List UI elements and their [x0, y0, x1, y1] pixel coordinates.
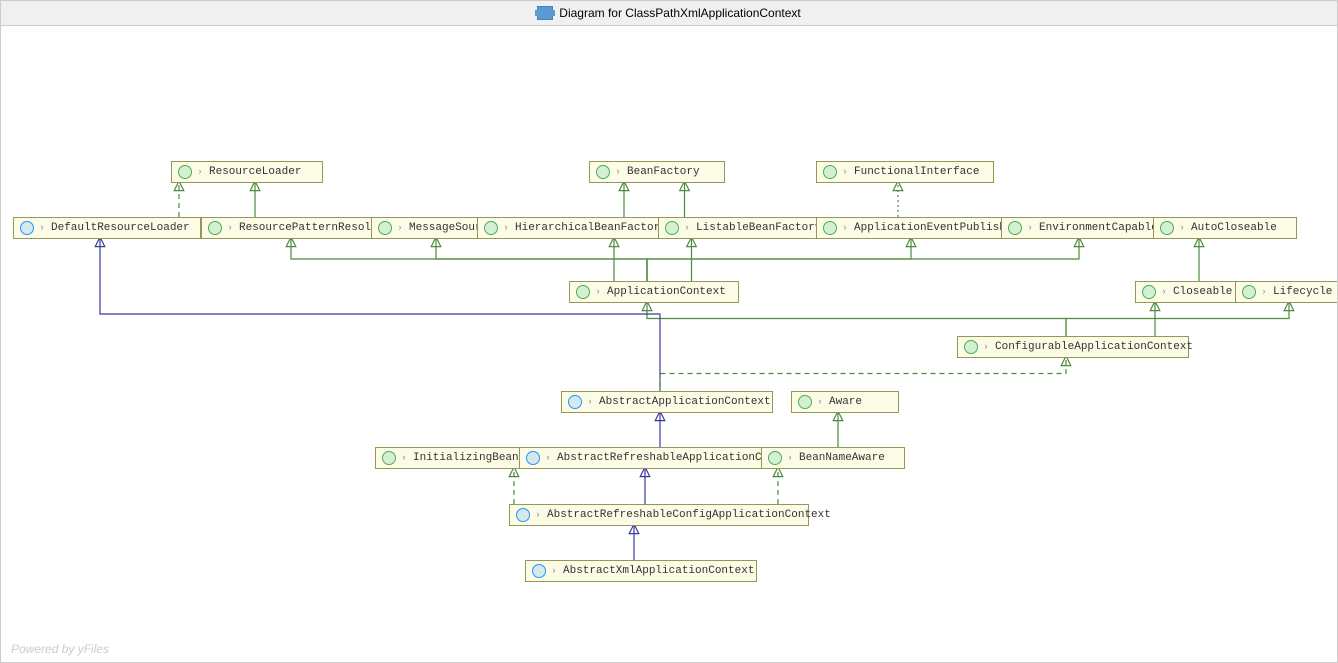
node-label: BeanNameAware	[799, 452, 885, 464]
interface-icon	[178, 165, 192, 179]
interface-icon	[1242, 285, 1256, 299]
node-ConfigurableApplicationContext[interactable]: ›ConfigurableApplicationContext	[957, 336, 1189, 358]
link-icon: ›	[533, 510, 543, 520]
node-label: HierarchicalBeanFactory	[515, 222, 667, 234]
node-ApplicationContext[interactable]: › ApplicationContext	[569, 281, 739, 303]
edge	[291, 237, 647, 281]
edge	[660, 356, 1066, 391]
node-BeanNameAware[interactable]: › BeanNameAware	[761, 447, 905, 469]
node-label: Lifecycle	[1273, 286, 1332, 298]
interface-icon	[208, 221, 222, 235]
class-icon	[20, 221, 34, 235]
node-label: AbstractApplicationContext	[599, 396, 771, 408]
link-icon: ›	[395, 223, 405, 233]
class-icon	[526, 451, 540, 465]
link-icon: ›	[1025, 223, 1035, 233]
link-icon: ›	[225, 223, 235, 233]
node-AbstractRefreshableConfigApplicationContext[interactable]: ›AbstractRefreshableConfigApplicationCon…	[509, 504, 809, 526]
node-BeanFactory[interactable]: › BeanFactory	[589, 161, 725, 183]
node-Lifecycle[interactable]: › Lifecycle	[1235, 281, 1338, 303]
link-icon: ›	[981, 342, 991, 352]
interface-icon	[665, 221, 679, 235]
node-EnvironmentCapable[interactable]: › EnvironmentCapable	[1001, 217, 1171, 239]
class-icon	[516, 508, 530, 522]
link-icon: ›	[613, 167, 623, 177]
link-icon: ›	[682, 223, 692, 233]
link-icon: ›	[37, 223, 47, 233]
edge	[647, 301, 1066, 336]
node-HierarchicalBeanFactory[interactable]: › HierarchicalBeanFactory	[477, 217, 673, 239]
node-label: DefaultResourceLoader	[51, 222, 190, 234]
title-bar: Diagram for ClassPathXmlApplicationConte…	[0, 0, 1338, 26]
node-label: EnvironmentCapable	[1039, 222, 1158, 234]
class-icon	[568, 395, 582, 409]
node-DefaultResourceLoader[interactable]: › DefaultResourceLoader	[13, 217, 201, 239]
link-icon: ›	[543, 453, 553, 463]
interface-icon	[964, 340, 978, 354]
class-icon	[532, 564, 546, 578]
interface-icon	[576, 285, 590, 299]
interface-icon	[382, 451, 396, 465]
interface-icon	[823, 221, 837, 235]
node-label: AbstractRefreshableConfigApplicationCont…	[547, 509, 831, 521]
interface-icon	[1142, 285, 1156, 299]
edge	[647, 237, 1079, 281]
interface-icon	[768, 451, 782, 465]
link-icon: ›	[1159, 287, 1169, 297]
node-label: Closeable	[1173, 286, 1232, 298]
link-icon: ›	[785, 453, 795, 463]
node-label: ResourceLoader	[209, 166, 301, 178]
node-ResourceLoader[interactable]: › ResourceLoader	[171, 161, 323, 183]
link-icon: ›	[501, 223, 511, 233]
node-label: AutoCloseable	[1191, 222, 1277, 234]
node-AbstractApplicationContext[interactable]: › AbstractApplicationContext	[561, 391, 773, 413]
node-label: ApplicationContext	[607, 286, 726, 298]
link-icon: ›	[399, 453, 409, 463]
node-AbstractRefreshableApplicationContext[interactable]: ›AbstractRefreshableApplicationContext	[519, 447, 785, 469]
node-label: AbstractXmlApplicationContext	[563, 565, 754, 577]
interface-icon	[798, 395, 812, 409]
node-ListableBeanFactory[interactable]: › ListableBeanFactory	[658, 217, 832, 239]
diagram-icon	[537, 6, 553, 20]
link-icon: ›	[1259, 287, 1269, 297]
node-ApplicationEventPublisher[interactable]: › ApplicationEventPublisher	[816, 217, 1020, 239]
interface-icon	[378, 221, 392, 235]
node-InitializingBean[interactable]: › InitializingBean	[375, 447, 533, 469]
interface-icon	[596, 165, 610, 179]
interface-icon	[484, 221, 498, 235]
node-AutoCloseable[interactable]: › AutoCloseable	[1153, 217, 1297, 239]
edge	[647, 237, 911, 281]
node-label: ConfigurableApplicationContext	[995, 341, 1193, 353]
node-ResourcePatternResolver[interactable]: › ResourcePatternResolver	[201, 217, 395, 239]
node-label: Aware	[829, 396, 862, 408]
watermark: Powered by yFiles	[11, 642, 109, 656]
edge	[436, 237, 647, 281]
link-icon: ›	[593, 287, 603, 297]
node-label: ResourcePatternResolver	[239, 222, 391, 234]
node-label: ApplicationEventPublisher	[854, 222, 1019, 234]
node-label: FunctionalInterface	[854, 166, 979, 178]
link-icon: ›	[195, 167, 205, 177]
diagram-canvas[interactable]: › ResourceLoader › BeanFactory › FunctionalIn…	[0, 26, 1338, 663]
link-icon: ›	[1177, 223, 1187, 233]
edge	[1066, 301, 1289, 336]
interface-icon	[1160, 221, 1174, 235]
node-label: BeanFactory	[627, 166, 700, 178]
interface-icon	[1008, 221, 1022, 235]
interface-icon	[823, 165, 837, 179]
node-AbstractXmlApplicationContext[interactable]: › AbstractXmlApplicationContext	[525, 560, 757, 582]
node-label: InitializingBean	[413, 452, 519, 464]
link-icon: ›	[585, 397, 595, 407]
link-icon: ›	[840, 167, 850, 177]
link-icon: ›	[549, 566, 559, 576]
node-label: ListableBeanFactory	[696, 222, 821, 234]
node-FunctionalInterface[interactable]: › FunctionalInterface	[816, 161, 994, 183]
title-text: Diagram for ClassPathXmlApplicationConte…	[559, 6, 800, 20]
node-Aware[interactable]: › Aware	[791, 391, 899, 413]
link-icon: ›	[840, 223, 850, 233]
link-icon: ›	[815, 397, 825, 407]
edge	[100, 237, 660, 391]
